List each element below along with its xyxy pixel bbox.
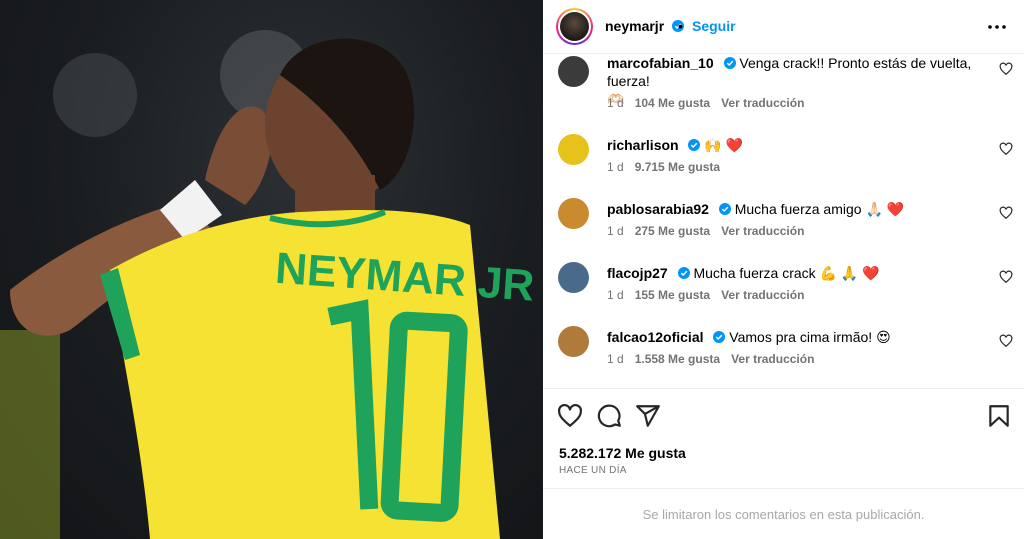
comment-emoji: 🙏🏻 ❤️ — [865, 201, 905, 217]
comments-limited-notice: Se limitaron los comentarios en esta pub… — [543, 488, 1024, 539]
verified-badge-icon — [723, 57, 736, 69]
comment-likes[interactable]: 1.558 Me gusta — [635, 352, 720, 366]
commenter-avatar[interactable] — [558, 134, 589, 165]
see-translation-link[interactable]: Ver traducción — [721, 224, 804, 238]
comment-body: Mucha fuerza amigo — [734, 201, 862, 217]
comment-time: 1 d — [607, 160, 624, 174]
comments-list[interactable]: marcofabian_10 Venga crack!! Pronto está… — [543, 54, 1024, 388]
share-icon[interactable] — [635, 403, 661, 429]
comment-body: Mucha fuerza crack — [693, 265, 816, 281]
comment-meta: 1 d 9.715 Me gusta — [607, 160, 720, 174]
comment-emoji: 💪 🙏 ❤️ — [819, 265, 880, 281]
author-username-text[interactable]: neymarjr — [605, 18, 664, 34]
commenter-username[interactable]: marcofabian_10 — [607, 55, 714, 71]
comment-likes[interactable]: 104 Me gusta — [635, 96, 710, 110]
more-options-icon[interactable] — [987, 18, 1007, 36]
header-separator: • — [678, 18, 683, 34]
follow-button[interactable]: Seguir — [692, 18, 736, 34]
comment-emoji: 😍 — [876, 329, 891, 345]
comment-like-heart-icon[interactable] — [999, 334, 1013, 348]
commenter-username[interactable]: flacojp27 — [607, 265, 668, 281]
comment-like-heart-icon[interactable] — [999, 62, 1013, 76]
commenter-username[interactable]: falcao12oficial — [607, 329, 704, 345]
comment-like-heart-icon[interactable] — [999, 270, 1013, 284]
comment-time: 1 d — [607, 96, 624, 110]
commenter-username[interactable]: richarlison — [607, 137, 679, 153]
post-photo-illustration: NEYMAR JR — [0, 30, 536, 539]
see-translation-link[interactable]: Ver traducción — [721, 288, 804, 302]
comment-emoji: 🙌 ❤️ — [704, 137, 744, 153]
commenter-avatar[interactable] — [558, 262, 589, 293]
post-header: neymarjr • Seguir — [543, 0, 1024, 54]
verified-badge-icon — [713, 331, 726, 343]
post-actions: 5.282.172 Me gusta HACE UN DÍA — [543, 388, 1024, 488]
author-avatar[interactable] — [556, 8, 593, 45]
verified-badge-icon — [677, 267, 690, 279]
comment-like-heart-icon[interactable] — [999, 142, 1013, 156]
verified-badge-icon — [688, 139, 701, 151]
comment-meta: 1 d 1.558 Me gusta Ver traducción — [607, 352, 814, 366]
bookmark-icon[interactable] — [986, 403, 1012, 429]
commenter-avatar[interactable] — [558, 198, 589, 229]
comment-meta: 1 d 104 Me gusta Ver traducción — [607, 96, 804, 110]
comment-like-heart-icon[interactable] — [999, 206, 1013, 220]
post-side-panel: neymarjr • Seguir marcofabian_10 Venga c… — [543, 0, 1024, 539]
comment-meta: 1 d 275 Me gusta Ver traducción — [607, 224, 804, 238]
comment-likes[interactable]: 155 Me gusta — [635, 288, 710, 302]
comment-text: richarlison 🙌 ❤️ — [607, 136, 987, 154]
comment-time: 1 d — [607, 288, 624, 302]
verified-badge-icon — [718, 203, 731, 215]
commenter-avatar[interactable] — [558, 56, 589, 87]
comment-time: 1 d — [607, 224, 624, 238]
commenter-avatar[interactable] — [558, 326, 589, 357]
author-username[interactable]: neymarjr — [605, 18, 685, 34]
heart-icon[interactable] — [557, 403, 583, 429]
see-translation-link[interactable]: Ver traducción — [731, 352, 814, 366]
comment-text: flacojp27 Mucha fuerza crack 💪 🙏 ❤️ — [607, 264, 987, 282]
commenter-username[interactable]: pablosarabia92 — [607, 201, 709, 217]
comment-meta: 1 d 155 Me gusta Ver traducción — [607, 288, 804, 302]
comment-likes[interactable]: 275 Me gusta — [635, 224, 710, 238]
comment-icon[interactable] — [596, 403, 622, 429]
see-translation-link[interactable]: Ver traducción — [721, 96, 804, 110]
comment-text: pablosarabia92 Mucha fuerza amigo 🙏🏻 ❤️ — [607, 200, 987, 218]
comment-likes[interactable]: 9.715 Me gusta — [635, 160, 720, 174]
post-likes-count[interactable]: 5.282.172 Me gusta — [559, 445, 686, 461]
comment-time: 1 d — [607, 352, 624, 366]
post-timestamp[interactable]: HACE UN DÍA — [559, 465, 627, 476]
post-photo[interactable]: NEYMAR JR — [0, 0, 543, 539]
comment-text: falcao12oficial Vamos pra cima irmão! 😍 — [607, 328, 987, 346]
comment-body: Vamos pra cima irmão! — [729, 329, 873, 345]
